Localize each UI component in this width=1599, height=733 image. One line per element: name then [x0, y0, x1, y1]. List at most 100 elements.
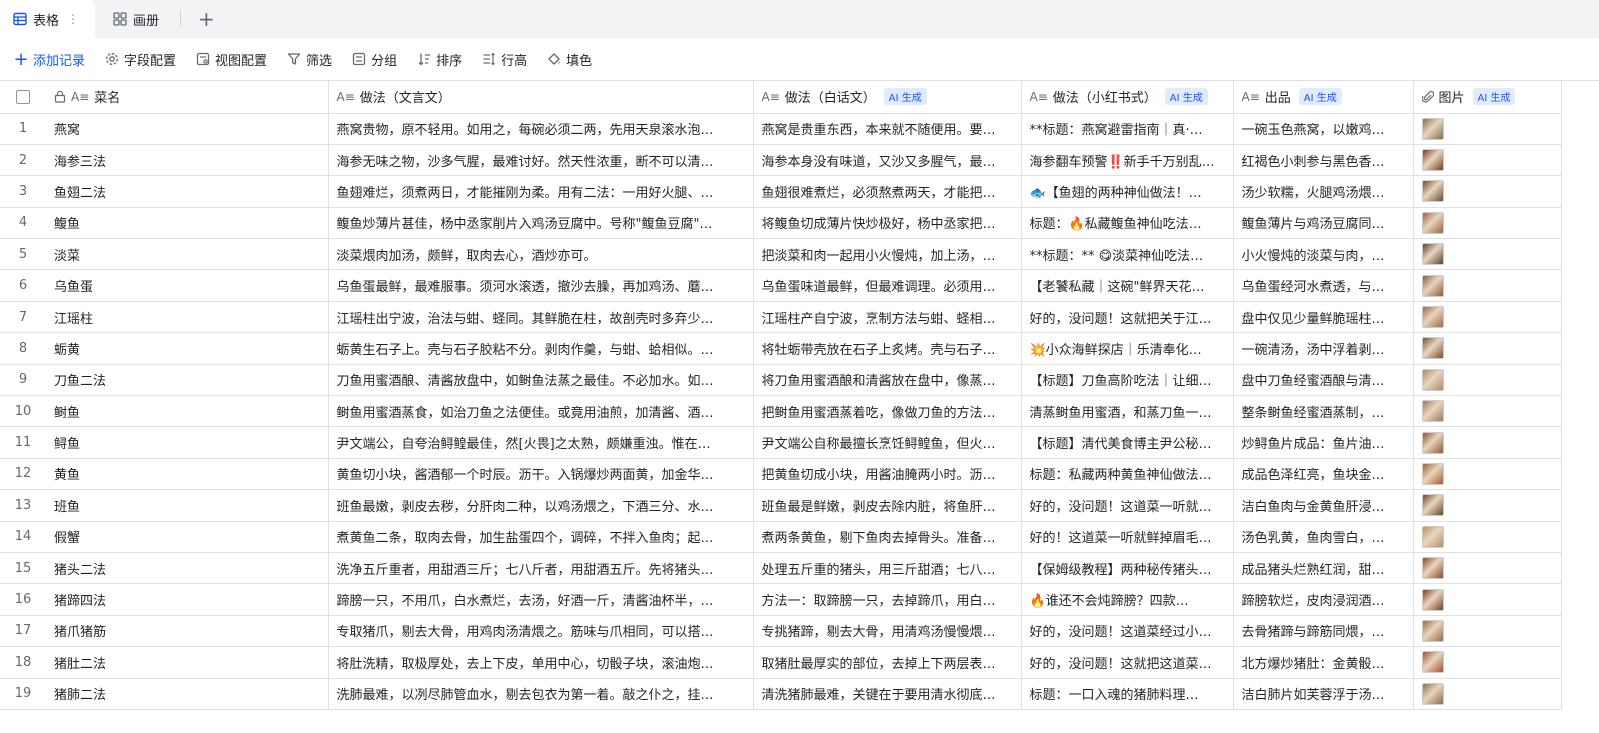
- table-row[interactable]: 9 刀鱼二法 刀鱼用蜜酒酿、清酱放盘中，如鲥鱼法蒸之最佳。不必加水。如… 将刀鱼用蜜酒…: [0, 364, 1562, 397]
- table-row[interactable]: 8 蛎黄 蛎黄生石子上。壳与石子胶粘不分。剥肉作羹，与蚶、蛤相似。… 将牡蛎带壳放在石…: [0, 332, 1562, 365]
- cell-dish[interactable]: 一碗清汤，汤中浮着剥…: [1233, 332, 1414, 365]
- cell-dish[interactable]: 汤色乳黄，鱼肉雪白，…: [1233, 521, 1414, 553]
- tab-gallery[interactable]: 画册: [113, 0, 159, 38]
- cell-dish[interactable]: 炒鲟鱼片成品：鱼片油…: [1233, 426, 1414, 459]
- cell-dish[interactable]: 成品猪头烂熟红润，甜…: [1233, 552, 1414, 585]
- row-number[interactable]: 2: [0, 144, 46, 177]
- cell-image[interactable]: [1413, 238, 1562, 271]
- cell-xiaohongshu[interactable]: **标题：** 😋淡菜神仙吃法…: [1021, 238, 1234, 271]
- cell-vernacular[interactable]: 煮两条黄鱼，剔下鱼肉去掉骨头。准备…: [753, 521, 1022, 553]
- cell-classical[interactable]: 洗净五斤重者，用甜酒三斤；七八斤者，用甜酒五斤。先将猪头…: [328, 552, 754, 585]
- column-header-classical[interactable]: A≡ 做法（文言文）: [328, 81, 754, 114]
- cell-xiaohongshu[interactable]: 【老饕私藏｜这碗"鲜界天花…: [1021, 269, 1234, 302]
- select-all-checkbox[interactable]: [16, 89, 30, 104]
- cell-name[interactable]: 鳆鱼: [46, 207, 329, 240]
- cell-name[interactable]: 乌鱼蛋: [46, 269, 329, 302]
- cell-image[interactable]: [1413, 583, 1562, 616]
- table-row[interactable]: 13 班鱼 班鱼最嫩，剥皮去秽，分肝肉二种，以鸡汤煨之，下酒三分、水… 班鱼最是鲜嫩，…: [0, 489, 1562, 522]
- cell-dish[interactable]: 洁白鱼肉与金黄鱼肝浸…: [1233, 489, 1414, 522]
- cell-xiaohongshu[interactable]: 好的，没问题！这就把这道菜…: [1021, 646, 1234, 679]
- dish-thumbnail[interactable]: [1421, 557, 1444, 580]
- cell-xiaohongshu[interactable]: 🔥谁还不会炖蹄膀？四款…: [1021, 583, 1234, 616]
- cell-name[interactable]: 猪爪猪筋: [46, 615, 329, 648]
- cell-dish[interactable]: 北方爆炒猪肚：金黄骰…: [1233, 646, 1414, 679]
- table-row[interactable]: 5 淡菜 淡菜煨肉加汤，颇鲜，取肉去心，酒炒亦可。 把淡菜和肉一起用小火慢炖，加上汤，…: [0, 238, 1562, 271]
- cell-classical[interactable]: 蛎黄生石子上。壳与石子胶粘不分。剥肉作羹，与蚶、蛤相似。…: [328, 332, 754, 365]
- cell-name[interactable]: 淡菜: [46, 238, 329, 271]
- cell-name[interactable]: 班鱼: [46, 489, 329, 522]
- sort-button[interactable]: 排序: [417, 46, 462, 72]
- row-number[interactable]: 13: [0, 489, 46, 522]
- cell-vernacular[interactable]: 把鲥鱼用蜜酒蒸着吃，像做刀鱼的方法…: [753, 395, 1022, 428]
- cell-vernacular[interactable]: 海参本身没有味道，又沙又多腥气，最…: [753, 144, 1022, 177]
- table-row[interactable]: 17 猪爪猪筋 专取猪爪，剔去大骨，用鸡肉汤清煨之。筋味与爪相同，可以搭… 专挑猪蹄，…: [0, 615, 1562, 648]
- cell-xiaohongshu[interactable]: 💥小众海鲜探店｜乐清奉化…: [1021, 332, 1234, 365]
- row-height-button[interactable]: 行高: [482, 46, 527, 72]
- cell-vernacular[interactable]: 江瑶柱产自宁波，烹制方法与蚶、蛏相…: [753, 301, 1022, 334]
- cell-vernacular[interactable]: 班鱼最是鲜嫩，剥皮去除内脏，将鱼肝…: [753, 489, 1022, 522]
- cell-name[interactable]: 猪肺二法: [46, 678, 329, 710]
- cell-classical[interactable]: 海参无味之物，沙多气腥，最难讨好。然天性浓重，断不可以清…: [328, 144, 754, 177]
- cell-name[interactable]: 海参三法: [46, 144, 329, 177]
- cell-vernacular[interactable]: 鱼翅很难煮烂，必须熬煮两天，才能把…: [753, 175, 1022, 208]
- row-number[interactable]: 6: [0, 269, 46, 302]
- cell-image[interactable]: [1413, 207, 1562, 240]
- cell-image[interactable]: [1413, 521, 1562, 553]
- table-row[interactable]: 19 猪肺二法 洗肺最难，以冽尽肺管血水，剔去包衣为第一着。敲之仆之，挂… 清洗猪肺最…: [0, 678, 1562, 710]
- cell-dish[interactable]: 汤少软糯，火腿鸡汤煨…: [1233, 175, 1414, 208]
- cell-image[interactable]: [1413, 646, 1562, 679]
- cell-xiaohongshu[interactable]: 海参翻车预警‼️新手千万别乱…: [1021, 144, 1234, 177]
- cell-vernacular[interactable]: 尹文端公自称最擅长烹饪鲟鳇鱼，但火…: [753, 426, 1022, 459]
- row-number[interactable]: 8: [0, 332, 46, 365]
- cell-xiaohongshu[interactable]: 好的，没问题！这道菜一听就…: [1021, 489, 1234, 522]
- row-number[interactable]: 1: [0, 113, 46, 145]
- cell-vernacular[interactable]: 方法一：取蹄膀一只，去掉蹄爪，用白…: [753, 583, 1022, 616]
- cell-dish[interactable]: 成品色泽红亮，鱼块金…: [1233, 458, 1414, 491]
- add-record-button[interactable]: + 添加记录: [13, 46, 85, 72]
- cell-xiaohongshu[interactable]: 标题：🔥私藏鳆鱼神仙吃法…: [1021, 207, 1234, 240]
- cell-classical[interactable]: 尹文端公，自夸治鲟鳇最佳，然[火畏]之太熟，颇嫌重浊。惟在…: [328, 426, 754, 459]
- row-number[interactable]: 11: [0, 426, 46, 459]
- row-number[interactable]: 15: [0, 552, 46, 585]
- row-number[interactable]: 16: [0, 583, 46, 616]
- cell-name[interactable]: 鲥鱼: [46, 395, 329, 428]
- field-config-button[interactable]: 字段配置: [105, 46, 176, 72]
- dish-thumbnail[interactable]: [1421, 651, 1444, 674]
- cell-image[interactable]: [1413, 426, 1562, 459]
- cell-name[interactable]: 猪肚二法: [46, 646, 329, 679]
- table-row[interactable]: 14 假蟹 煮黄鱼二条，取肉去骨，加生盐蛋四个，调碎，不拌入鱼肉；起… 煮两条黄鱼，剔…: [0, 521, 1562, 553]
- cell-image[interactable]: [1413, 175, 1562, 208]
- cell-dish[interactable]: 盘中刀鱼经蜜酒酿与清…: [1233, 364, 1414, 397]
- cell-classical[interactable]: 乌鱼蛋最鲜，最难服事。须河水滚透，撤沙去臊，再加鸡汤、蘑…: [328, 269, 754, 302]
- cell-dish[interactable]: 整条鲥鱼经蜜酒蒸制，…: [1233, 395, 1414, 428]
- cell-name[interactable]: 猪蹄四法: [46, 583, 329, 616]
- cell-classical[interactable]: 鲥鱼用蜜酒蒸食，如治刀鱼之法便佳。或竟用油煎，加清酱、酒…: [328, 395, 754, 428]
- row-number[interactable]: 4: [0, 207, 46, 240]
- dish-thumbnail[interactable]: [1421, 211, 1444, 234]
- cell-image[interactable]: [1413, 678, 1562, 710]
- table-row[interactable]: 15 猪头二法 洗净五斤重者，用甜酒三斤；七八斤者，用甜酒五斤。先将猪头… 处理五斤重…: [0, 552, 1562, 585]
- cell-vernacular[interactable]: 将鳆鱼切成薄片快炒极好，杨中丞家把…: [753, 207, 1022, 240]
- add-view-icon[interactable]: +: [198, 0, 215, 38]
- cell-classical[interactable]: 江瑶柱出宁波，治法与蚶、蛏同。其鲜脆在柱，故剖壳时多弃少…: [328, 301, 754, 334]
- fill-color-button[interactable]: 填色: [547, 46, 592, 72]
- row-number[interactable]: 5: [0, 238, 46, 271]
- cell-image[interactable]: [1413, 269, 1562, 302]
- row-number[interactable]: 17: [0, 615, 46, 648]
- view-config-button[interactable]: 视图配置: [196, 46, 267, 72]
- cell-classical[interactable]: 专取猪爪，剔去大骨，用鸡肉汤清煨之。筋味与爪相同，可以搭…: [328, 615, 754, 648]
- cell-classical[interactable]: 蹄膀一只，不用爪，白水煮烂，去汤，好酒一斤，清酱油杯半，…: [328, 583, 754, 616]
- table-row[interactable]: 6 乌鱼蛋 乌鱼蛋最鲜，最难服事。须河水滚透，撤沙去臊，再加鸡汤、蘑… 乌鱼蛋味道最鲜…: [0, 269, 1562, 302]
- table-row[interactable]: 3 鱼翅二法 鱼翅难烂，须煮两日，才能摧刚为柔。用有二法：一用好火腿、… 鱼翅很难煮烂…: [0, 175, 1562, 208]
- cell-image[interactable]: [1413, 458, 1562, 491]
- cell-dish[interactable]: 去骨猪蹄与蹄筋同煨，…: [1233, 615, 1414, 648]
- cell-name[interactable]: 鱼翅二法: [46, 175, 329, 208]
- dish-thumbnail[interactable]: [1421, 180, 1444, 203]
- cell-dish[interactable]: 红褐色小刺参与黑色香…: [1233, 144, 1414, 177]
- cell-classical[interactable]: 将肚洗精，取极厚处，去上下皮，单用中心，切骰子块，滚油炮…: [328, 646, 754, 679]
- cell-classical[interactable]: 班鱼最嫩，剥皮去秽，分肝肉二种，以鸡汤煨之，下酒三分、水…: [328, 489, 754, 522]
- row-number[interactable]: 12: [0, 458, 46, 491]
- cell-classical[interactable]: 燕窝贵物，原不轻用。如用之，每碗必须二两，先用天泉滚水泡…: [328, 113, 754, 145]
- cell-classical[interactable]: 鱼翅难烂，须煮两日，才能摧刚为柔。用有二法：一用好火腿、…: [328, 175, 754, 208]
- dish-thumbnail[interactable]: [1421, 400, 1444, 423]
